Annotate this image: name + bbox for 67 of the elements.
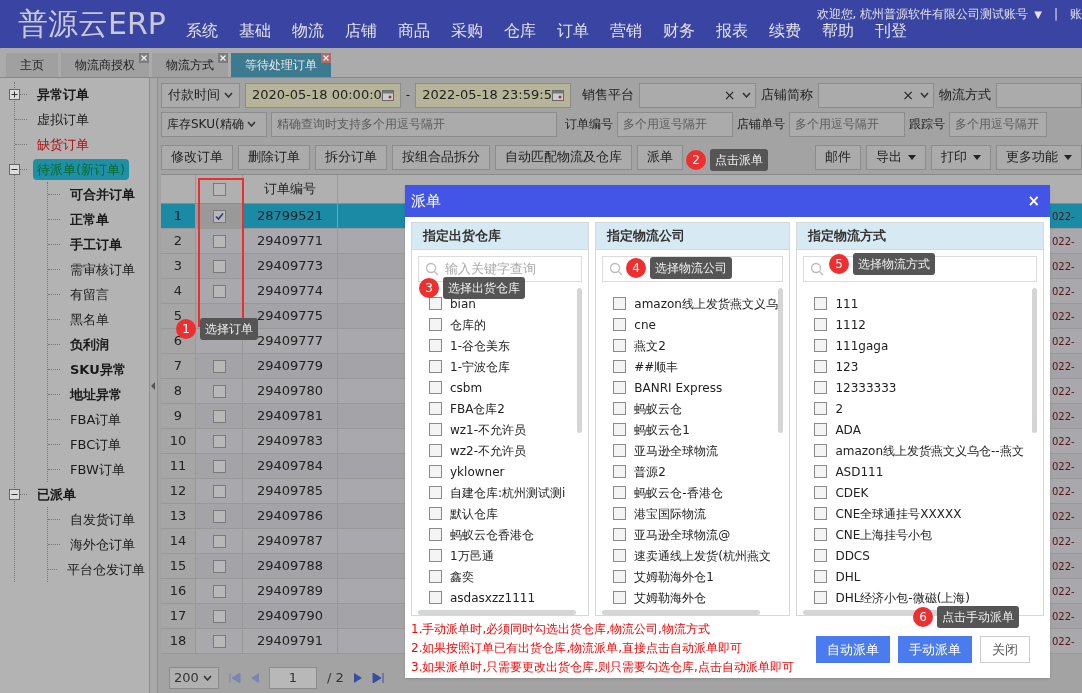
field-label: 物流方式 xyxy=(939,86,992,105)
row-number: 10 xyxy=(161,429,196,453)
callout-tooltip: 选择出货仓库 xyxy=(443,277,525,299)
table-cell: 29409785 xyxy=(243,479,338,503)
instruction-text: 3.如果派单时,只需要更改出货仓库,则只需要勾选仓库,点击自动派单即可 xyxy=(411,659,794,676)
separator: | xyxy=(1053,6,1058,23)
table-cell-text: 022- xyxy=(1052,584,1076,599)
placeholder-text: 输入关键字查询 xyxy=(445,260,536,279)
row-number: 16 xyxy=(161,579,196,603)
callout-tooltip: 选择物流方式 xyxy=(853,253,935,275)
table-cell: 29409791 xyxy=(243,629,338,653)
panel-header: 指定物流方式 xyxy=(797,223,1043,250)
table-cell-text: 022- xyxy=(1052,309,1076,324)
table-cell-text: 022- xyxy=(1052,459,1076,474)
table-cell: 29409779 xyxy=(243,354,338,378)
table-cell-text: 022- xyxy=(1052,559,1076,574)
callout-tooltip: 点击手动派单 xyxy=(937,606,1019,628)
field-label: 订单编号 xyxy=(565,116,613,133)
table-cell: 28799521 xyxy=(243,204,338,228)
table-cell: 29409789 xyxy=(243,579,338,603)
welcome-text: 欢迎您, 杭州普源软件有限公司测试账号 xyxy=(816,6,1029,23)
table-cell-text: 022- xyxy=(1052,534,1076,549)
table-cell: 29409773 xyxy=(243,254,338,278)
table-cell: 29409788 xyxy=(243,554,338,578)
row-number: 12 xyxy=(161,479,196,503)
table-cell-text: 022- xyxy=(1052,334,1076,349)
instruction-text: 2.如果按照订单已有出货仓库,物流派单,直接点击自动派单即可 xyxy=(411,640,744,657)
table-cell: 29409771 xyxy=(243,229,338,253)
callout-tooltip: 选择物流公司 xyxy=(650,257,732,279)
table-cell-text: 022- xyxy=(1052,234,1076,249)
row-number: 18 xyxy=(161,629,196,653)
table-cell-text: 022- xyxy=(1052,209,1076,224)
range-dash: - xyxy=(405,87,411,104)
table-cell: 29409787 xyxy=(243,529,338,553)
logo: 普源云ERP xyxy=(18,5,166,43)
page-total: / 2 xyxy=(327,668,344,687)
field-label: 销售平台 xyxy=(581,86,634,105)
table-cell-text: 022- xyxy=(1052,409,1076,424)
table-cell-text: 022- xyxy=(1052,384,1076,399)
table-cell-text: 022- xyxy=(1052,434,1076,449)
field-label: 跟踪号 xyxy=(909,116,945,133)
panel-header: 指定物流公司 xyxy=(596,223,790,250)
table-cell-text: 022- xyxy=(1052,284,1076,299)
instruction-text: 1.手动派单时,必须同时勾选出货仓库,物流公司,物流方式 xyxy=(411,621,711,638)
table-cell-text: 022- xyxy=(1052,609,1076,624)
table-cell: 29409790 xyxy=(243,604,338,628)
table-cell: 29409774 xyxy=(243,279,338,303)
table-cell: 29409784 xyxy=(243,454,338,478)
table-cell: 29409780 xyxy=(243,379,338,403)
row-number: 8 xyxy=(161,379,196,403)
field-label: 店铺简称 xyxy=(760,86,813,105)
step-badge: 2 xyxy=(686,150,706,170)
row-number: 2 xyxy=(161,229,196,253)
table-cell-text: 022- xyxy=(1052,259,1076,274)
table-cell-text: 022- xyxy=(1052,509,1076,524)
table-cell-text: 022- xyxy=(1052,359,1076,374)
table-cell-text: 022- xyxy=(1052,634,1076,649)
callout-tooltip: 点击派单 xyxy=(710,149,768,171)
table-cell: 29409786 xyxy=(243,504,338,528)
table-cell: 29409781 xyxy=(243,404,338,428)
dialog-title: 派单 xyxy=(411,190,441,212)
field-label: 店铺单号 xyxy=(737,116,785,133)
table-cell: 29409783 xyxy=(243,429,338,453)
row-number: 14 xyxy=(161,529,196,553)
table-cell-text: 022- xyxy=(1052,484,1076,499)
panel-header: 指定出货仓库 xyxy=(412,223,589,250)
row-number: 4 xyxy=(161,279,196,303)
